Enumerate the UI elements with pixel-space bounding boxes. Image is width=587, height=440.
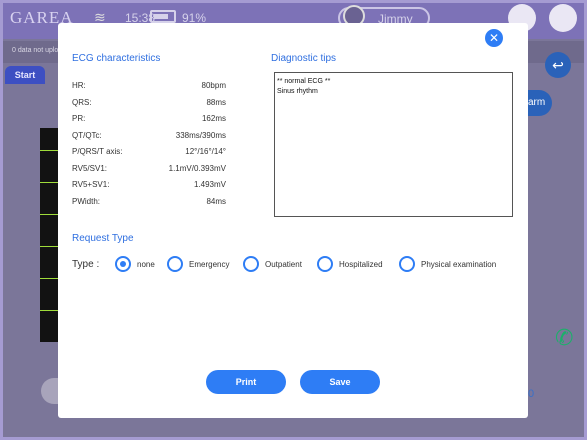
tip-line: Sinus rhythm: [277, 88, 318, 95]
radio-hospitalized[interactable]: [317, 256, 333, 272]
back-icon[interactable]: ↩: [545, 52, 571, 78]
row-label: QT/QTc:: [72, 131, 102, 140]
radio-emergency[interactable]: [167, 256, 183, 272]
ecg-lead-line: [40, 278, 58, 279]
close-icon[interactable]: ✕: [485, 29, 503, 47]
row-label: PWidth:: [72, 197, 101, 206]
row-value: 88ms: [206, 98, 226, 107]
battery-icon: [150, 10, 176, 23]
diagnostic-tips-title: Diagnostic tips: [271, 53, 337, 64]
ecg-characteristics-title: ECG characteristics: [72, 53, 161, 64]
row-label: P/QRS/T axis:: [72, 147, 123, 156]
row-label: PR:: [72, 114, 86, 123]
row-value: 1.1mV/0.393mV: [168, 164, 226, 173]
row-value: 338ms/390ms: [175, 131, 226, 140]
row-value: 84ms: [206, 197, 226, 206]
row-value: 80bpm: [201, 81, 226, 90]
save-button[interactable]: Save: [300, 370, 380, 394]
tip-line: ** normal ECG **: [277, 78, 331, 85]
ecg-lead-line: [40, 182, 58, 183]
ecg-lead-line: [40, 310, 58, 311]
request-type-title: Request Type: [72, 233, 134, 244]
row-value: 12°/16°/14°: [185, 147, 226, 156]
radio-physical-examination-label: Physical examination: [421, 260, 497, 269]
row-label: RV5+SV1:: [72, 180, 110, 189]
radio-physical-examination[interactable]: [399, 256, 415, 272]
radio-outpatient-label: Outpatient: [265, 260, 302, 269]
ecg-lead-line: [40, 214, 58, 215]
diagnostic-tips-textarea[interactable]: ** normal ECG ** Sinus rhythm: [274, 72, 513, 217]
radio-hospitalized-label: Hospitalized: [339, 260, 383, 269]
radio-emergency-label: Emergency: [189, 260, 230, 269]
row-label: HR:: [72, 81, 86, 90]
radio-none[interactable]: [115, 256, 131, 272]
type-label: Type :: [72, 259, 100, 270]
row-value: 162ms: [201, 114, 226, 123]
bottom-right-fragment: 0: [528, 388, 535, 400]
ecg-lead-line: [40, 150, 58, 151]
profile-icon[interactable]: [549, 4, 577, 32]
tab-start[interactable]: Start: [5, 66, 45, 84]
ecg-report-dialog: ✕ ECG characteristics Diagnostic tips HR…: [58, 23, 528, 418]
row-value: 1.493mV: [193, 180, 226, 189]
radio-outpatient[interactable]: [243, 256, 259, 272]
print-button[interactable]: Print: [206, 370, 286, 394]
row-label: QRS:: [72, 98, 92, 107]
row-label: RV5/SV1:: [72, 164, 107, 173]
ecg-lead-line: [40, 246, 58, 247]
phone-icon[interactable]: ✆: [555, 325, 573, 351]
radio-none-label: none: [137, 260, 155, 269]
